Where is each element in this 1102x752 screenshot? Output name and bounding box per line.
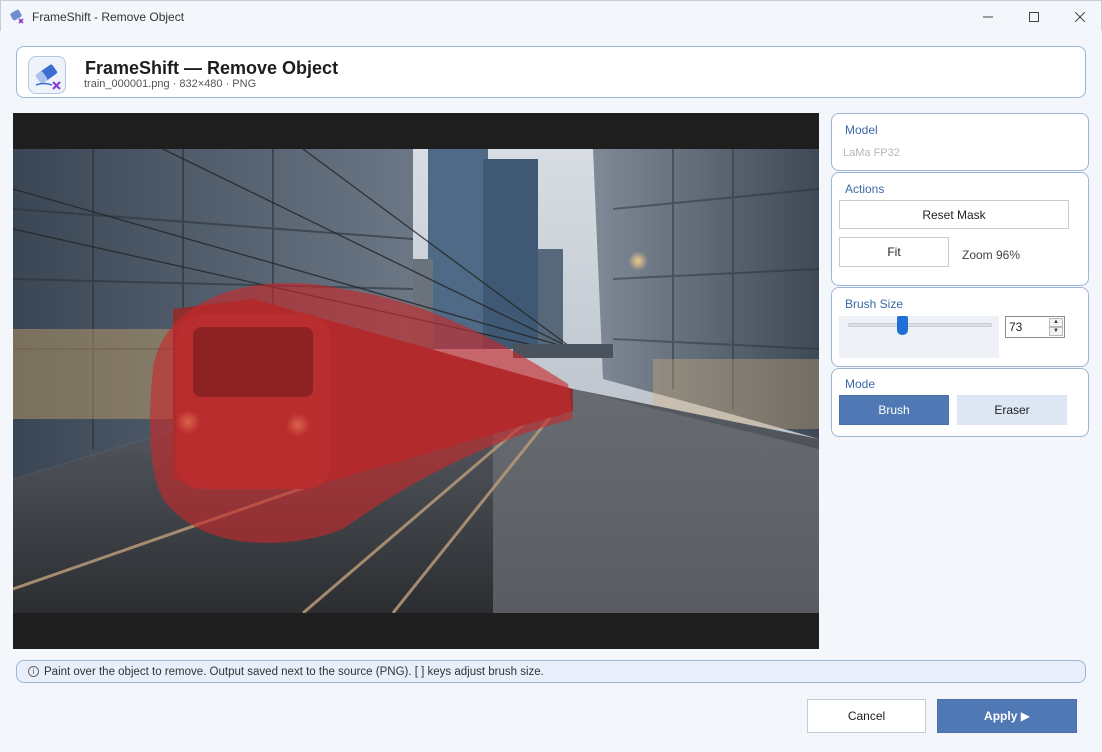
- close-icon: [1075, 11, 1085, 22]
- eraser-icon: [35, 64, 61, 90]
- close-button[interactable]: [1057, 1, 1102, 32]
- brush-size-spinbox[interactable]: 73 ▲ ▼: [1005, 316, 1065, 338]
- brush-mode-button[interactable]: Brush: [839, 395, 949, 425]
- brush-size-slider[interactable]: [839, 316, 999, 358]
- brush-size-title: Brush Size: [845, 297, 904, 311]
- file-info: train_000001.png · 832×480 · PNG: [84, 78, 257, 90]
- scene-image: [13, 149, 819, 613]
- mode-title: Mode: [845, 377, 876, 391]
- image-canvas[interactable]: [13, 113, 819, 649]
- zoom-level: Zoom 96%: [962, 248, 1021, 262]
- fit-button[interactable]: Fit: [839, 237, 949, 267]
- eraser-mode-button[interactable]: Eraser: [957, 395, 1067, 425]
- model-panel: Model LaMa FP32: [831, 113, 1089, 171]
- actions-panel: Actions Reset Mask Fit Zoom 96%: [831, 172, 1089, 286]
- slider-track[interactable]: [848, 323, 992, 327]
- status-message: Paint over the object to remove. Output …: [44, 666, 544, 678]
- brush-size-value[interactable]: 73: [1009, 320, 1022, 334]
- model-title: Model: [845, 123, 878, 137]
- spin-up-icon[interactable]: ▲: [1049, 318, 1063, 327]
- header-card: FrameShift — Remove Object train_000001.…: [16, 46, 1086, 98]
- mode-panel: Mode Brush Eraser: [831, 368, 1089, 437]
- reset-mask-button[interactable]: Reset Mask: [839, 200, 1069, 229]
- window-title: FrameShift - Remove Object: [32, 10, 185, 24]
- cancel-button[interactable]: Cancel: [807, 699, 926, 733]
- maximize-button[interactable]: [1011, 1, 1057, 32]
- model-value: LaMa FP32: [843, 147, 900, 159]
- info-icon: i: [28, 666, 39, 677]
- status-bar: i Paint over the object to remove. Outpu…: [16, 660, 1086, 683]
- spin-down-icon[interactable]: ▼: [1049, 327, 1063, 336]
- logo: [28, 56, 66, 94]
- page-title: FrameShift — Remove Object: [85, 58, 339, 78]
- app-icon: [10, 9, 24, 24]
- actions-title: Actions: [845, 182, 885, 196]
- maximize-icon: [1029, 11, 1039, 22]
- minimize-icon: [983, 16, 993, 17]
- minimize-button[interactable]: [965, 1, 1011, 32]
- apply-button[interactable]: Apply ▶: [937, 699, 1077, 733]
- title-bar: FrameShift - Remove Object: [0, 0, 1102, 31]
- slider-thumb[interactable]: [897, 316, 909, 335]
- brush-size-panel: Brush Size 73 ▲ ▼: [831, 287, 1089, 367]
